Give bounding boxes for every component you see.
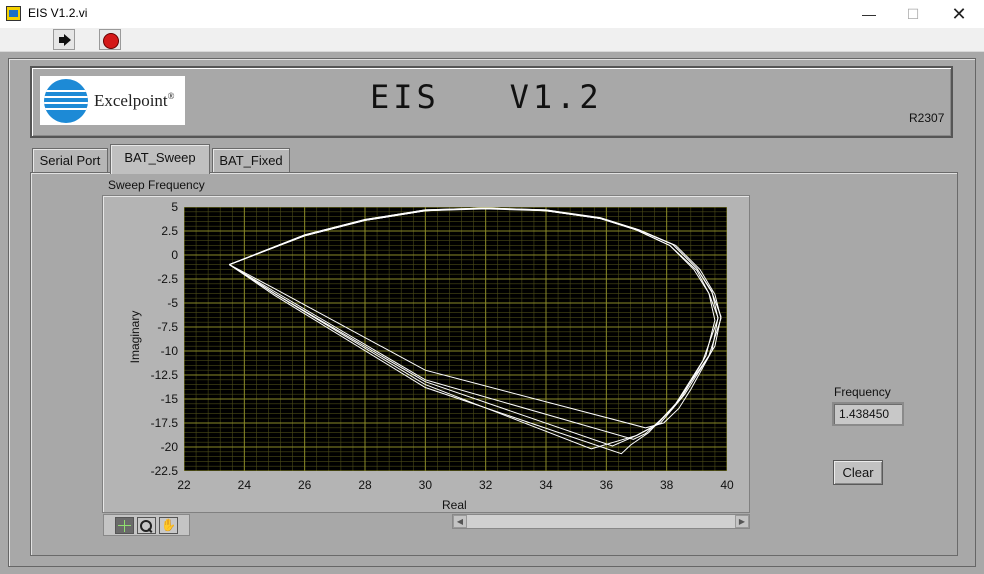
plot-background <box>184 207 727 471</box>
app-heading: EIS V1.2 <box>370 78 603 116</box>
window-titlebar: EIS V1.2.vi — ☐ ✕ <box>0 0 984 28</box>
tab-serial-port[interactable]: Serial Port <box>32 148 108 174</box>
run-arrow-icon[interactable] <box>53 29 75 50</box>
tab-bat-fixed[interactable]: BAT_Fixed <box>212 148 290 174</box>
revision-label: R2307 <box>909 111 945 125</box>
close-button[interactable]: ✕ <box>936 2 982 26</box>
frequency-indicator: 1.438450 <box>832 402 904 426</box>
excelpoint-logo: Excelpoint® <box>40 76 185 125</box>
tab-bat-sweep[interactable]: BAT_Sweep <box>110 144 210 174</box>
scroll-right-icon[interactable]: ▶ <box>735 515 749 528</box>
cursor-icon[interactable] <box>115 517 134 534</box>
scroll-left-icon[interactable]: ◀ <box>453 515 467 528</box>
graph-horizontal-scrollbar[interactable]: ◀ ▶ <box>452 514 750 529</box>
vi-toolbar <box>0 28 984 52</box>
window-title: EIS V1.2.vi <box>28 6 88 20</box>
y-axis-label: Imaginary <box>128 310 142 364</box>
x-axis-label: Real <box>442 498 467 512</box>
frequency-label: Frequency <box>834 385 891 399</box>
labview-app-icon <box>6 6 21 21</box>
zoom-icon[interactable] <box>137 517 156 534</box>
logo-globe-icon <box>44 79 88 123</box>
abort-stop-icon[interactable] <box>99 29 121 50</box>
graph-caption: Sweep Frequency <box>108 178 205 192</box>
minimize-button[interactable]: — <box>846 2 892 26</box>
maximize-button[interactable]: ☐ <box>890 2 936 26</box>
graph-palette: ✋ <box>103 514 190 536</box>
logo-wordmark: Excelpoint® <box>94 91 175 110</box>
pan-hand-icon[interactable]: ✋ <box>159 517 178 534</box>
sweep-plot-area[interactable] <box>184 207 727 471</box>
clear-button[interactable]: Clear <box>833 460 883 485</box>
